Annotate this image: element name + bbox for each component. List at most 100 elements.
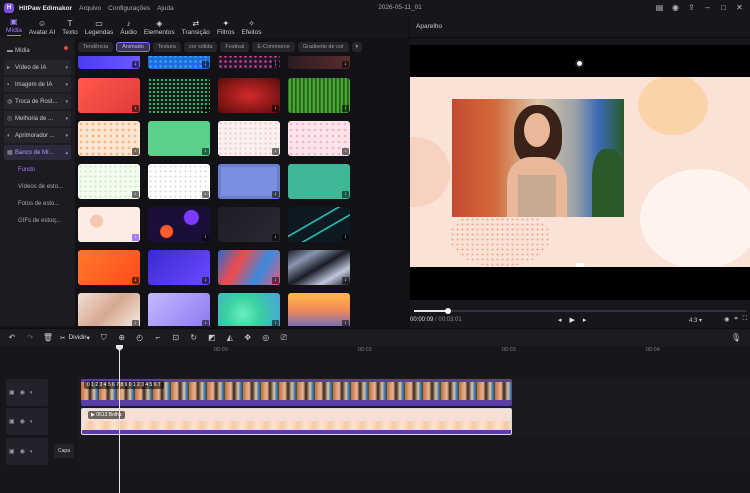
delete-icon[interactable]: 🗑 xyxy=(42,332,54,344)
background-thumbnail[interactable]: ↓ xyxy=(288,56,350,69)
download-icon[interactable]: ↓ xyxy=(202,105,209,112)
progress-knob[interactable] xyxy=(445,308,451,314)
freeze-icon[interactable]: ⊕ xyxy=(116,332,128,344)
chip-ecommerce[interactable]: E-Commerce xyxy=(252,41,295,52)
background-thumbnail[interactable]: ↓ xyxy=(218,207,280,242)
menu-configuracoes[interactable]: Configurações xyxy=(108,5,150,12)
background-thumbnail[interactable]: ↓ xyxy=(148,56,210,69)
chip-textura[interactable]: Textura xyxy=(152,41,181,52)
background-thumbnail[interactable]: ↓ xyxy=(288,164,350,199)
background-thumbnail[interactable]: ↓ xyxy=(148,250,210,285)
background-thumbnail[interactable]: ↓ xyxy=(78,56,140,69)
background-thumbnail[interactable]: ↓ xyxy=(148,78,210,113)
play-icon[interactable]: ▶ xyxy=(570,316,575,324)
tab-filtros[interactable]: ✦ Filtros xyxy=(217,19,235,38)
menu-arquivo[interactable]: Arquivo xyxy=(79,5,101,12)
next-frame-icon[interactable]: ▸ xyxy=(583,316,587,324)
background-thumbnail[interactable]: ↓ xyxy=(78,207,140,242)
tab-audio[interactable]: ♪ Áudio xyxy=(120,19,137,38)
download-icon[interactable]: ↓ xyxy=(342,191,349,198)
download-icon[interactable]: ↓ xyxy=(272,320,279,326)
resize-tool-icon[interactable]: ⊡ xyxy=(170,332,182,344)
playhead[interactable] xyxy=(119,346,120,493)
background-clip[interactable]: ▶ 0613 Bolha xyxy=(81,408,512,435)
sidebar-item-midia[interactable]: ▬ Mídia xyxy=(4,43,71,58)
rotate-icon[interactable]: ↻ xyxy=(188,332,200,344)
mask-icon[interactable]: ◩ xyxy=(206,332,218,344)
tab-elementos[interactable]: ◈ Elementos xyxy=(144,19,175,38)
background-thumbnail[interactable]: ↓ xyxy=(218,293,280,326)
sidebar-item-video-ia[interactable]: ▸ Vídeo de IA ▾ xyxy=(4,60,71,75)
sidebar-subitem-gifs-estoque[interactable]: GIFs de estoq... xyxy=(18,214,71,228)
download-icon[interactable]: ↓ xyxy=(202,148,209,155)
capa-button[interactable]: Capa xyxy=(54,444,74,458)
download-icon[interactable]: ↓ xyxy=(132,320,139,326)
audio-toggle-icon[interactable]: ◐ xyxy=(30,449,34,455)
track-lock-icon[interactable]: ▣ xyxy=(9,389,15,396)
download-icon[interactable]: ↓ xyxy=(202,191,209,198)
download-icon[interactable]: ↓ xyxy=(272,61,279,68)
background-thumbnail[interactable]: ↓ xyxy=(218,250,280,285)
background-thumbnail[interactable]: ↓ xyxy=(288,121,350,156)
account-icon[interactable]: ◉ xyxy=(671,3,680,12)
background-thumbnail[interactable]: ↓ xyxy=(288,78,350,113)
chip-cor-solida[interactable]: cor sólida xyxy=(183,41,218,52)
sidebar-subitem-fotos-estoque[interactable]: Fotos de esto... xyxy=(18,197,71,211)
background-thumbnail[interactable]: ↓ xyxy=(218,121,280,156)
split-button[interactable]: ✂ Dividir ▾ xyxy=(60,334,90,342)
resize-handle[interactable] xyxy=(576,263,584,267)
sidebar-item-aprimorador[interactable]: ◐ Aprimorador ... ▾ xyxy=(4,128,71,143)
chip-tendencia[interactable]: Tendência xyxy=(78,41,114,52)
background-thumbnail[interactable]: ↓ xyxy=(218,164,280,199)
background-thumbnail[interactable]: ↓ xyxy=(78,250,140,285)
chevron-down-icon[interactable]: ▾ xyxy=(351,41,362,52)
tab-midia[interactable]: ▣ Mídia xyxy=(6,17,22,39)
color-icon[interactable]: ◭ xyxy=(224,332,236,344)
download-icon[interactable]: ↓ xyxy=(132,105,139,112)
background-thumbnail[interactable]: ↓ xyxy=(148,164,210,199)
visibility-icon[interactable]: ◉ xyxy=(20,448,25,455)
redo-icon[interactable]: ↷ xyxy=(24,332,36,344)
speed-icon[interactable]: ◴ xyxy=(134,332,146,344)
prev-frame-icon[interactable]: ◂ xyxy=(558,316,562,324)
background-thumbnail[interactable]: ↓ xyxy=(218,56,280,69)
chip-festival[interactable]: Festival xyxy=(220,41,250,52)
background-thumbnail[interactable]: ↓ xyxy=(78,164,140,199)
mic-icon[interactable]: 🎙 xyxy=(730,332,742,344)
sidebar-item-imagem-ia[interactable]: ▪ Imagem de IA ▾ xyxy=(4,77,71,92)
download-icon[interactable]: ↓ xyxy=(272,234,279,241)
record-icon[interactable]: ◎ xyxy=(260,332,272,344)
visibility-icon[interactable]: ◉ xyxy=(20,389,25,396)
audio-toggle-icon[interactable]: ◐ xyxy=(30,419,34,425)
background-thumbnail[interactable]: ↓ xyxy=(78,78,140,113)
download-icon[interactable]: ↓ xyxy=(202,61,209,68)
crop-icon[interactable]: ⌗ xyxy=(734,316,737,323)
preview-canvas[interactable] xyxy=(410,45,750,300)
maximize-icon[interactable]: □ xyxy=(719,3,728,12)
marker-icon[interactable]: ⛉ xyxy=(98,332,110,344)
download-icon[interactable]: ↓ xyxy=(272,191,279,198)
background-thumbnail[interactable]: ↓ xyxy=(288,207,350,242)
time-ruler[interactable]: 00:00 00:02 00:03 00:04 xyxy=(80,346,750,357)
track-lock-icon[interactable]: ▣ xyxy=(9,448,15,455)
download-icon[interactable]: ↓ xyxy=(202,234,209,241)
sidebar-item-banco-midia[interactable]: ▦ Banco de Mí... ▴ xyxy=(4,145,71,160)
layout-icon[interactable]: ▤ xyxy=(655,3,664,12)
sidebar-item-melhoria[interactable]: ◎ Melhoria de ... ▾ xyxy=(4,111,71,126)
fullscreen-icon[interactable]: ⛶ xyxy=(743,316,747,323)
download-icon[interactable]: ↓ xyxy=(132,191,139,198)
download-icon[interactable]: ↓ xyxy=(202,320,209,326)
background-thumbnail[interactable]: ↓ xyxy=(148,207,210,242)
stabilize-icon[interactable]: ✥ xyxy=(242,332,254,344)
undo-icon[interactable]: ↶ xyxy=(6,332,18,344)
download-icon[interactable]: ↓ xyxy=(272,277,279,284)
background-thumbnail[interactable]: ↓ xyxy=(288,293,350,326)
photo-woman[interactable] xyxy=(452,99,624,217)
visibility-icon[interactable]: ◉ xyxy=(20,418,25,425)
download-icon[interactable]: ↓ xyxy=(272,148,279,155)
sidebar-subitem-videos-estoque[interactable]: Vídeos de esto... xyxy=(18,180,71,194)
download-icon[interactable]: ↓ xyxy=(342,148,349,155)
rotate-handle-icon[interactable] xyxy=(575,59,584,68)
tab-transicao[interactable]: ⇄ Transição xyxy=(182,19,210,38)
crop-tool-icon[interactable]: ⌐ xyxy=(152,332,164,344)
